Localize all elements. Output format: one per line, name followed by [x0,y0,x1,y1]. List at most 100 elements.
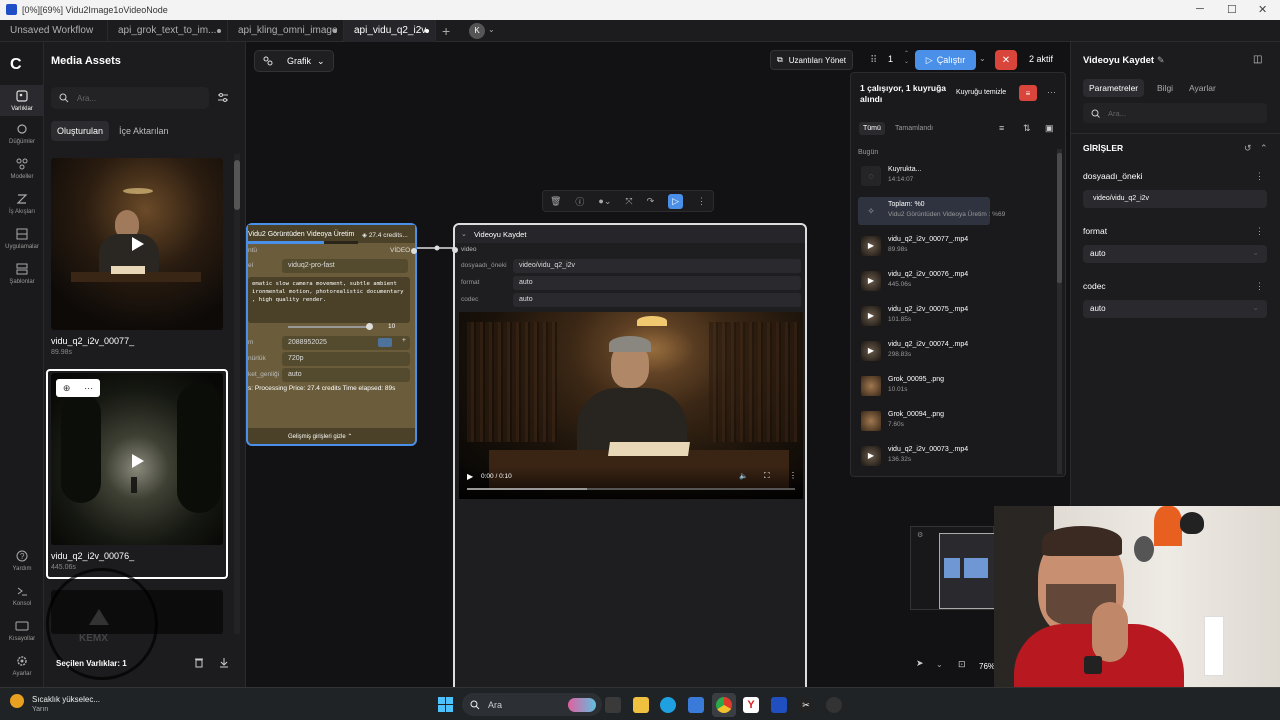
rail-item-workflows[interactable]: İş Akışları [0,192,44,215]
weather-text[interactable]: Sıcaklık yükselec... [32,695,100,704]
filter-sliders-icon[interactable] [217,92,229,104]
seed-input[interactable]: 2088952025 + [282,336,410,350]
play-icon[interactable]: ▶ [467,472,473,481]
queue-item[interactable]: ▶ vidu_q2_i2v_00077_.mp4 89.98s [858,232,1052,260]
collapse-chevron-icon[interactable]: ⌄ [461,230,467,238]
obs-icon[interactable] [826,697,842,713]
minimap[interactable]: ⚙ [910,526,995,610]
file-explorer-icon[interactable] [633,697,649,713]
tab-kling[interactable]: api_kling_omni_image [228,20,344,42]
fullscreen-icon[interactable]: ⛶ [764,471,770,481]
color-picker-icon[interactable]: ●⌄ [598,196,611,207]
cancel-run-button[interactable]: ✕ [995,50,1017,70]
delete-node-icon[interactable]: 🗑 [550,196,561,207]
filter-completed-tab[interactable]: Tamamlandı [895,125,933,132]
run-node-icon[interactable]: ▷ [668,193,684,209]
prefix-input[interactable]: video/vidu_q2_i2v [1083,190,1267,208]
fit-view-icon[interactable]: ⊡ [958,659,966,670]
yandex-icon[interactable]: Y [743,697,759,713]
format-select[interactable]: auto [513,276,801,290]
info-icon[interactable]: ⓘ [575,195,584,208]
queue-item[interactable]: ▶ vidu_q2_i2v_00073_.mp4 136.32s [858,442,1052,470]
tab-parameters[interactable]: Parametreler [1083,79,1145,97]
edge-browser-icon[interactable] [660,697,676,713]
seed-plus-icon[interactable]: + [402,337,406,344]
more-icon[interactable]: ⋯ [1047,87,1056,98]
run-options-chevron-icon[interactable]: ⌄ [979,54,986,63]
clear-queue-button[interactable]: Kuyruğu temizle [956,89,1006,96]
batch-count[interactable]: 1 [888,54,893,64]
zoom-icon[interactable]: ⊕ [63,383,71,394]
stepper-icon[interactable]: ⌃ ⌄ [904,50,909,66]
rail-item-models[interactable]: Modeller [0,157,44,180]
tab-generated[interactable]: Oluşturulan [51,121,110,141]
tab-vidu[interactable]: api_vidu_q2_i2v [344,20,436,42]
seed-randomize-icon[interactable] [378,338,392,347]
more-icon[interactable]: ⋯ [84,383,93,394]
rail-item-help[interactable]: ? Yardım [0,549,44,572]
reset-icon[interactable]: ↺ [1244,143,1252,154]
taskbar-search[interactable]: Ara [462,693,602,716]
manage-extensions-button[interactable]: ⧉ Uzantıları Yönet [770,50,853,70]
duration-slider-handle[interactable] [366,323,373,330]
resolution-select[interactable]: 720p [282,352,410,366]
tab-settings[interactable]: Ayarlar [1189,83,1216,93]
queue-item[interactable]: ▶ vidu_q2_i2v_00074_.mp4 298.83s [858,337,1052,365]
rail-item-templates[interactable]: Şablonlar [0,262,44,285]
collapse-panel-icon[interactable]: ◫ [1253,54,1262,65]
minimap-viewport[interactable] [939,533,995,609]
model-select[interactable]: viduq2-pro-fast [282,259,408,273]
select-tool-icon[interactable]: ➤ [916,658,924,669]
clear-queue-icon[interactable]: ≡ [1019,85,1037,101]
play-icon[interactable] [132,454,144,468]
queue-item-running[interactable]: ✧ Toplam: %0 Vidu2 Görüntüden Videoya Ür… [858,197,1005,225]
queue-item[interactable]: Grok_00095_.png 10.01s [858,372,1052,400]
queue-item[interactable]: ▶ vidu_q2_i2v_00076_.mp4 445.06s [858,267,1052,295]
fit-view-icon[interactable]: ⤧ [625,196,632,207]
download-icon[interactable] [219,657,229,668]
trash-icon[interactable] [194,657,204,668]
minimap-settings-icon[interactable]: ⚙ [917,531,923,539]
input-socket[interactable] [452,247,458,253]
chevron-down-icon[interactable]: ⌄ [488,25,495,34]
queue-item-pending[interactable]: ◌ Kuyrukta... 14:14:07 [858,162,1052,190]
rail-item-assets[interactable]: Varlıklar [0,85,44,116]
rail-item-shortcuts[interactable]: Kısayollar [0,619,44,642]
asset-thumbnail-2[interactable]: ⊕ ⋯ [51,373,223,545]
movement-select[interactable]: auto [282,368,410,382]
bypass-icon[interactable]: ↷ [647,196,655,207]
new-tab-plus-icon[interactable]: + [442,23,450,39]
drag-handle-icon[interactable]: ⠿ [870,55,877,66]
toggle-advanced-button[interactable]: Gelişmiş girişleri gizle ⌃ [288,433,352,440]
more-icon[interactable]: ⋮ [697,196,706,207]
close-window-button[interactable]: ✕ [1258,3,1267,16]
chevron-up-icon[interactable]: ⌃ [1260,143,1268,154]
tab-unsaved-workflow[interactable]: Unsaved Workflow [0,20,108,42]
video-player[interactable]: ▶ 0:00 / 0:10 🔈 ⛶ ⋮ [459,312,803,499]
rail-item-apps[interactable]: Uygulamalar [0,227,44,250]
tab-info[interactable]: Bilgi [1157,83,1173,93]
rail-item-nodes[interactable]: Düğümler [0,122,44,145]
codec-select[interactable]: auto ⌄ [1083,300,1267,318]
asset-thumbnail-1[interactable] [51,158,223,330]
rail-item-settings[interactable]: Ayarlar [0,654,44,677]
rail-item-console[interactable]: Konsol [0,584,44,607]
maximize-button[interactable]: ☐ [1227,3,1237,16]
volume-icon[interactable]: 🔈 [739,472,748,480]
vidu-i2v-node[interactable]: Vidu2 Görüntüden Videoya Üretim ◈ 27.4 c… [246,223,417,446]
filter-all-tab[interactable]: Tümü [859,122,885,135]
graph-canvas[interactable]: Grafik ⌄ ⧉ Uzantıları Yönet ⠿ 1 ⌃ ⌄ ▷ Çalı… [246,42,1070,693]
video-seek-track[interactable] [467,488,795,490]
gallery-icon[interactable]: ▣ [1045,123,1054,134]
weather-icon[interactable] [10,694,24,708]
field-more-icon[interactable]: ⋮ [1255,226,1264,237]
prefix-input[interactable]: video/vidu_q2_i2v [513,259,801,273]
filter-icon[interactable]: ≡ [999,123,1004,133]
user-avatar[interactable]: K [469,23,485,39]
tab-grok[interactable]: api_grok_text_to_im... [108,20,228,42]
more-icon[interactable]: ⋮ [789,471,797,480]
properties-search-input[interactable]: Ara... [1083,103,1267,123]
minimize-button[interactable]: ─ [1196,3,1204,15]
run-button[interactable]: ▷ Çalıştır [915,50,976,70]
queue-scrollbar-thumb[interactable] [1057,153,1062,283]
